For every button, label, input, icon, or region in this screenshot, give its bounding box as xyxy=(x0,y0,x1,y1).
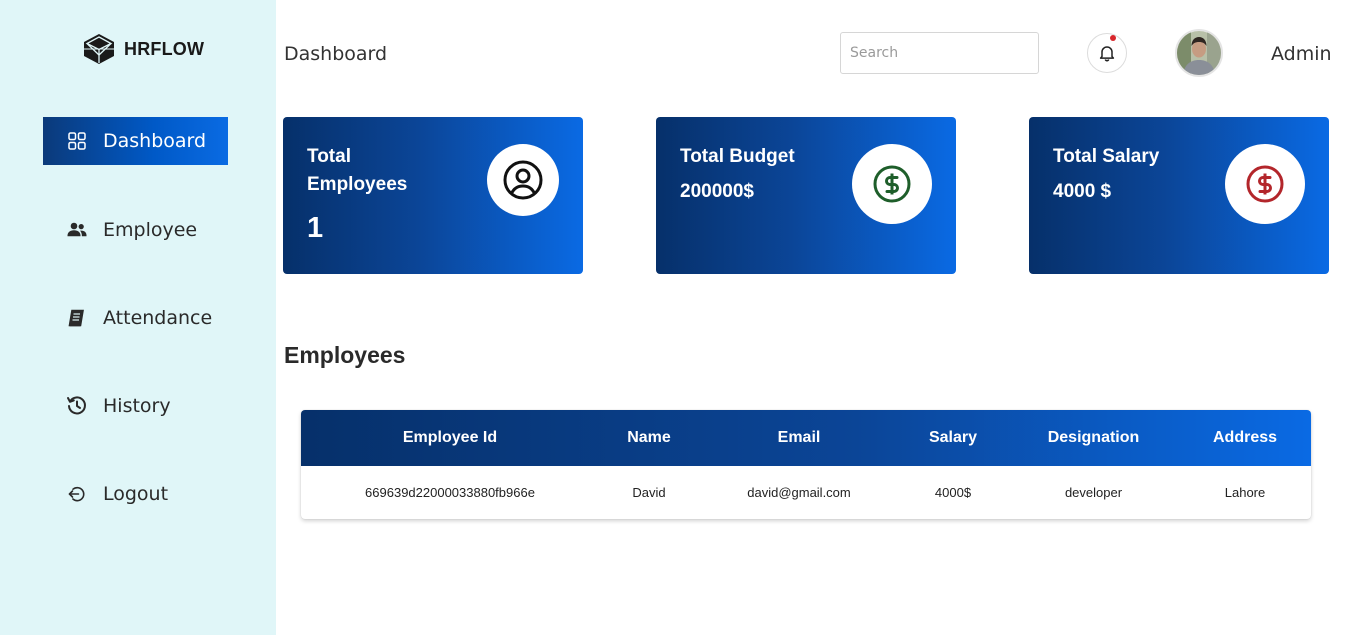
sidebar-item-label: Dashboard xyxy=(103,130,207,152)
card-title: Total Salary xyxy=(1053,146,1160,167)
column-header-employee-id[interactable]: Employee Id xyxy=(301,410,599,466)
sidebar-item-employee[interactable]: Employee xyxy=(43,206,228,254)
user-name: Admin xyxy=(1271,43,1332,65)
cell-name: David xyxy=(632,485,666,500)
logout-icon xyxy=(65,482,89,506)
sidebar: HRFLOW Dashboard Employee Attendance His… xyxy=(0,0,276,635)
sidebar-item-label: History xyxy=(103,395,171,417)
card-icon-container xyxy=(1225,144,1305,224)
column-header-designation[interactable]: Designation xyxy=(1007,410,1180,466)
page-title: Dashboard xyxy=(284,43,388,65)
card-icon-container xyxy=(487,144,559,216)
history-icon xyxy=(65,394,89,418)
sidebar-item-label: Attendance xyxy=(103,307,213,329)
sidebar-item-logout[interactable]: Logout xyxy=(43,470,228,518)
notification-badge xyxy=(1110,35,1116,41)
card-value: 200000$ xyxy=(680,181,754,202)
column-header-name[interactable]: Name xyxy=(599,410,699,466)
search-input[interactable] xyxy=(840,32,1039,74)
stat-card-total-employees: Total Employees 1 xyxy=(283,117,583,274)
card-title: Total Budget xyxy=(680,146,795,167)
dollar-circle-icon xyxy=(1246,165,1284,203)
column-header-email[interactable]: Email xyxy=(699,410,899,466)
stat-card-total-salary: Total Salary 4000 $ xyxy=(1029,117,1329,274)
users-icon xyxy=(65,218,89,242)
employees-table: Employee Id Name Email Salary Designatio… xyxy=(301,410,1311,519)
cell-designation: developer xyxy=(1064,485,1123,500)
sidebar-item-history[interactable]: History xyxy=(43,382,228,430)
card-value: 4000 $ xyxy=(1053,181,1112,202)
dashboard-grid-icon xyxy=(65,129,89,153)
dollar-circle-icon xyxy=(873,165,911,203)
column-header-address[interactable]: Address xyxy=(1180,410,1310,466)
sidebar-item-dashboard[interactable]: Dashboard xyxy=(43,117,228,165)
cell-address: Lahore xyxy=(1224,485,1266,500)
card-value: 1 xyxy=(307,212,324,244)
sidebar-item-attendance[interactable]: Attendance xyxy=(43,294,228,342)
stat-card-total-budget: Total Budget 200000$ xyxy=(656,117,956,274)
card-icon-container xyxy=(852,144,932,224)
user-circle-icon xyxy=(503,160,543,200)
section-title-employees: Employees xyxy=(284,342,406,368)
app-logo[interactable]: HRFLOW xyxy=(82,33,204,65)
user-photo xyxy=(1177,31,1221,75)
notebook-icon xyxy=(65,306,89,330)
column-header-salary[interactable]: Salary xyxy=(899,410,1007,466)
bell-icon xyxy=(1099,46,1115,62)
sidebar-item-label: Employee xyxy=(103,219,198,241)
card-title: Total Employees xyxy=(307,146,408,195)
app-name: HRFLOW xyxy=(124,38,205,59)
cell-employee-id: 669639d22000033880fb966e xyxy=(365,485,535,500)
notification-button[interactable] xyxy=(1087,33,1127,73)
table-header: Employee Id Name Email Salary Designatio… xyxy=(301,410,1311,466)
sidebar-item-label: Logout xyxy=(103,483,169,505)
cube-logo-icon xyxy=(84,34,114,64)
cell-salary: 4000$ xyxy=(934,485,972,500)
avatar[interactable] xyxy=(1175,29,1223,77)
cell-email: david@gmail.com xyxy=(747,485,851,500)
